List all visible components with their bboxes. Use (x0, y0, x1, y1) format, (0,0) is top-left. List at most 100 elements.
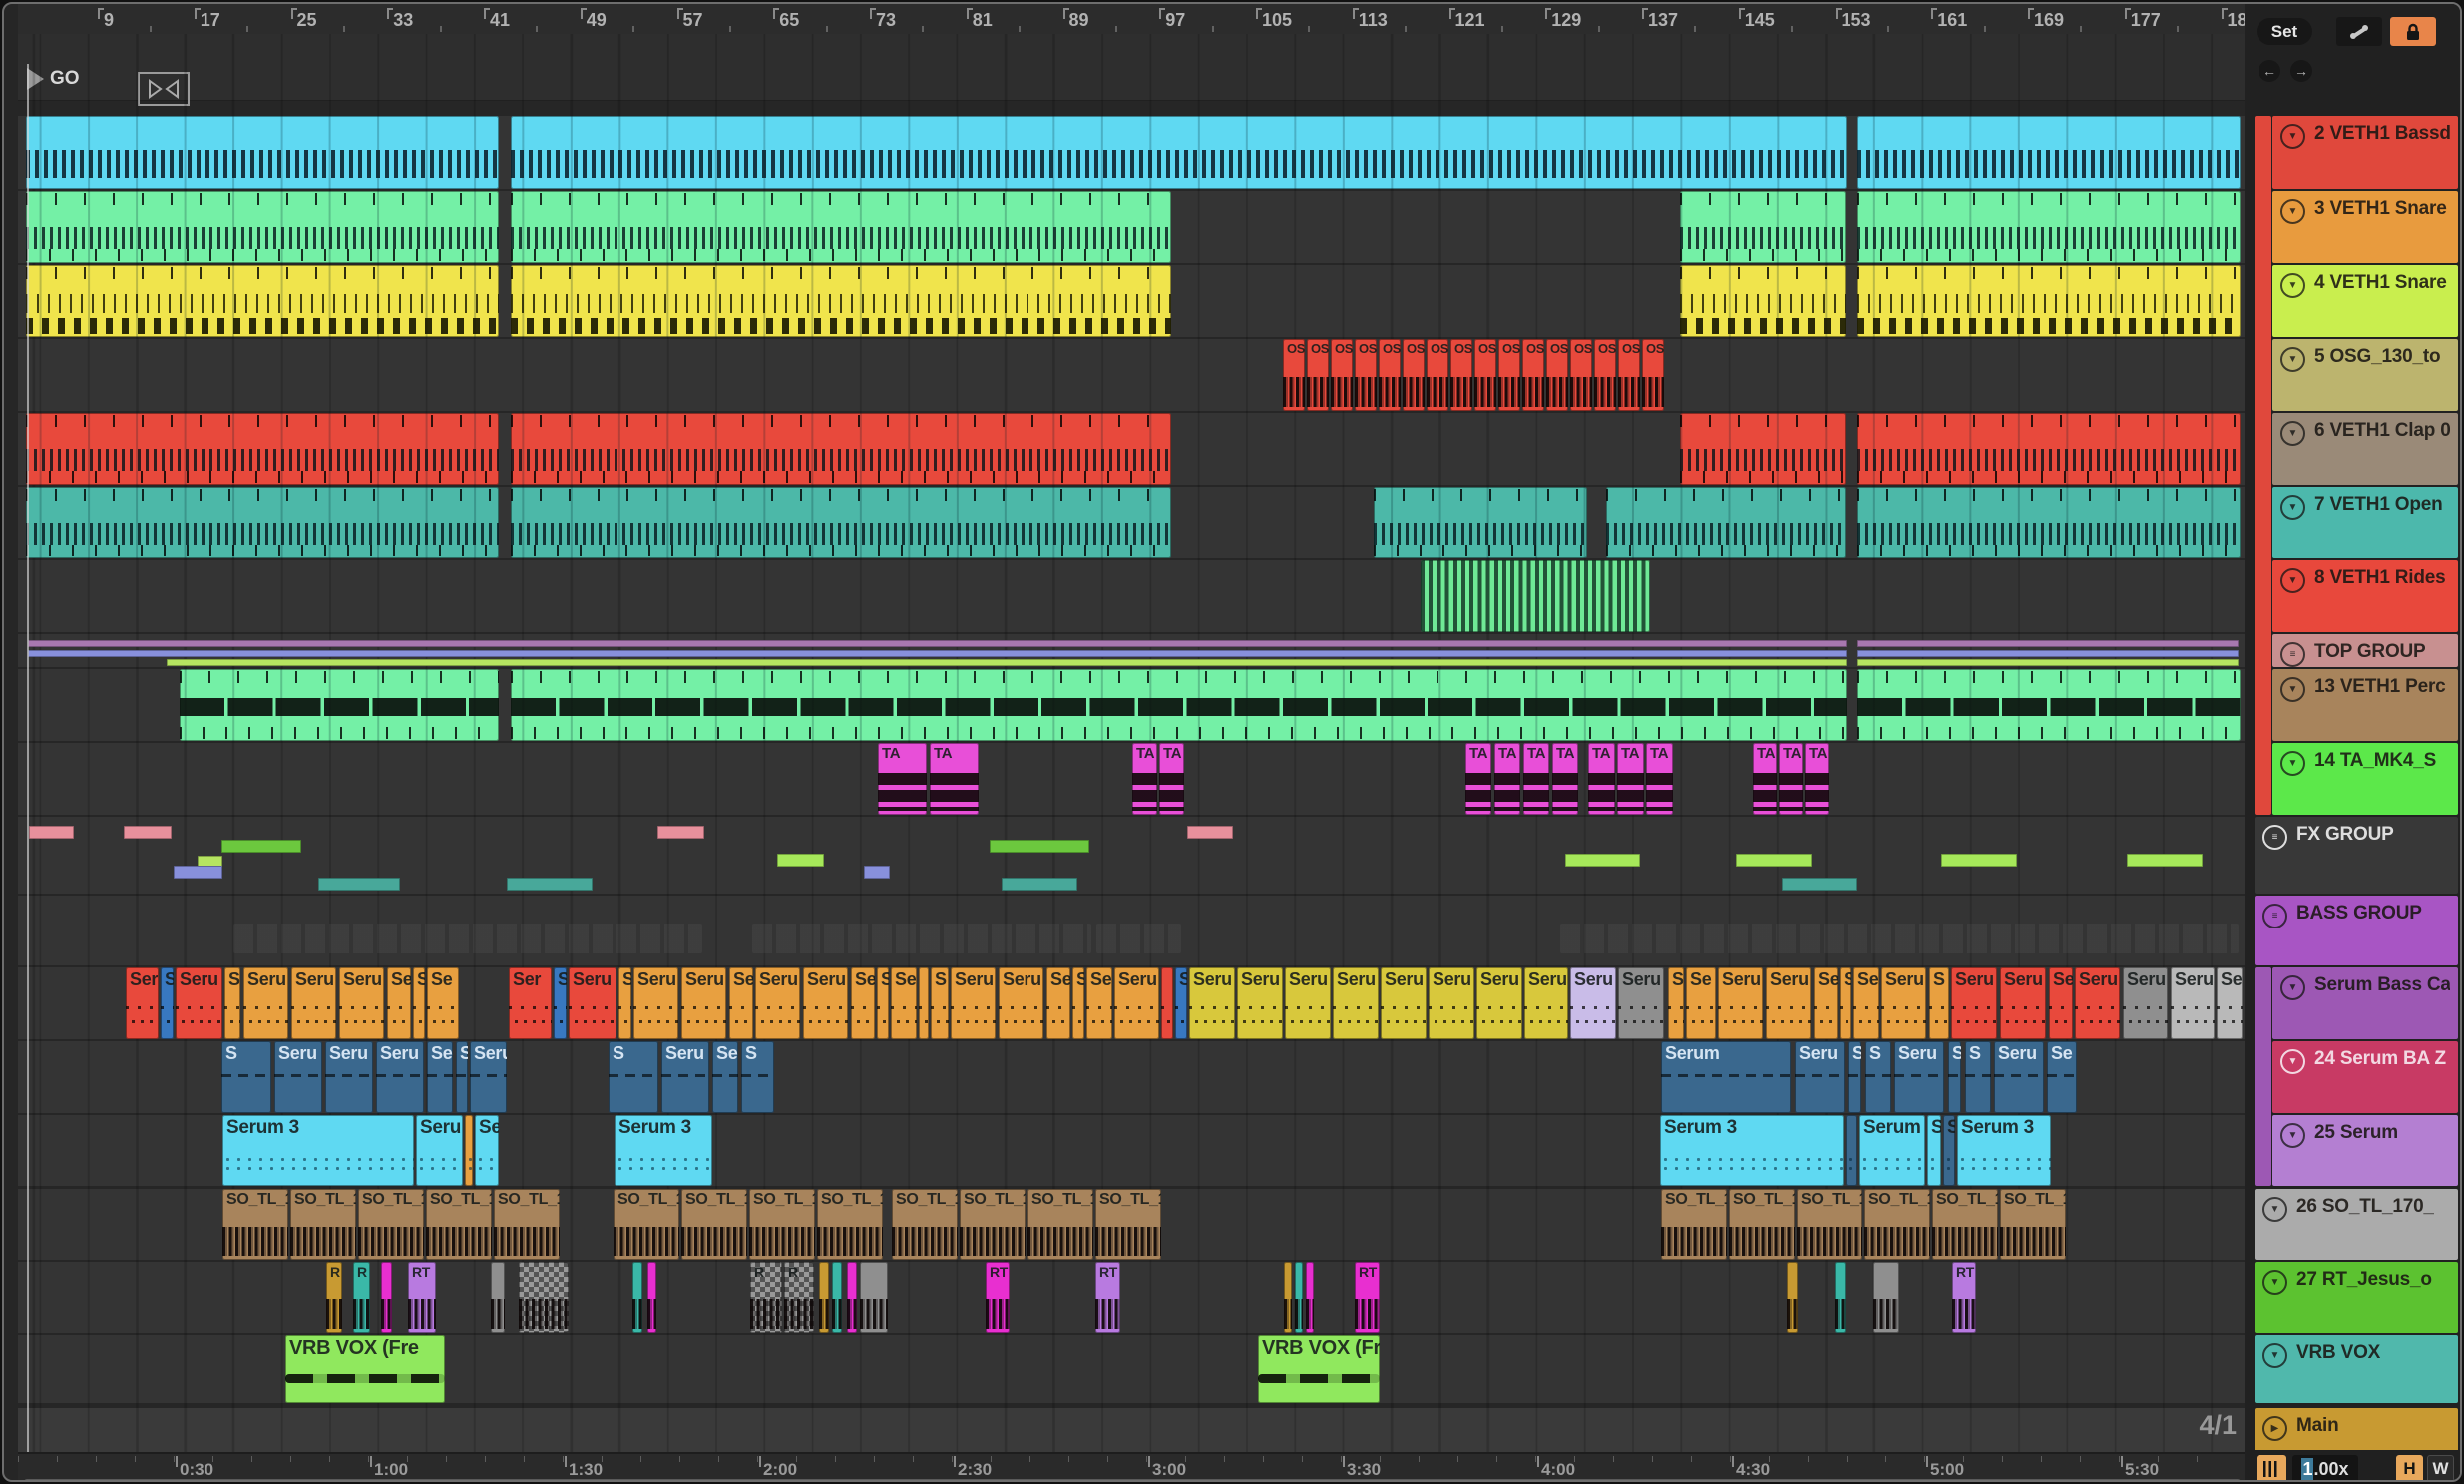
clip[interactable]: Serum (1661, 1041, 1791, 1113)
clip[interactable]: OS (1355, 339, 1377, 411)
mini-clip[interactable] (1565, 854, 1640, 867)
clip[interactable] (1857, 413, 2241, 485)
clip[interactable]: SO_TL_17 (892, 1189, 958, 1260)
clip[interactable]: OS (1546, 339, 1568, 411)
clip[interactable]: TA (1552, 743, 1578, 815)
clip[interactable] (26, 116, 499, 189)
clip[interactable] (26, 487, 499, 558)
clip[interactable]: SO_TL_17 (426, 1189, 492, 1260)
clip[interactable]: S (1072, 967, 1084, 1039)
clip[interactable]: Seru (999, 967, 1043, 1039)
clip[interactable]: Seru (2000, 967, 2046, 1039)
clip[interactable]: Se (1853, 967, 1879, 1039)
track-header[interactable]: ▼ 2 VETH1 Bassd (2272, 116, 2458, 189)
clip[interactable] (511, 265, 1171, 337)
clip[interactable]: VRB VOX (Fre (285, 1335, 445, 1403)
clip[interactable]: Seru (755, 967, 800, 1039)
track-lane[interactable] (18, 743, 2245, 815)
back-arrow-button[interactable]: ← (2259, 60, 2280, 82)
fold-arrow-icon[interactable]: ▼ (2280, 273, 2305, 298)
group-overview-strip[interactable] (28, 650, 1847, 657)
clip[interactable] (1284, 1262, 1292, 1333)
mini-clip[interactable] (124, 826, 172, 839)
mini-clip[interactable] (777, 854, 824, 867)
clip[interactable]: SO_TL_17 (1797, 1189, 1862, 1260)
clip[interactable] (511, 413, 1171, 485)
clip[interactable] (1835, 1262, 1846, 1333)
fold-arrow-icon[interactable]: ▼ (2262, 1270, 2287, 1295)
play-icon[interactable]: ▶ (2262, 1416, 2287, 1441)
draw-mode-button[interactable] (2336, 17, 2382, 46)
fold-arrow-icon[interactable]: ▼ (2280, 568, 2305, 593)
clip[interactable]: OS (1283, 339, 1305, 411)
clip[interactable] (1421, 560, 1650, 632)
bar-ruler[interactable]: 9 17 25 33 41 49 57 65 73 81 89 97 105 113 121 129 137 14… (18, 4, 2275, 34)
clip[interactable]: S (161, 967, 174, 1039)
clip[interactable] (632, 1262, 642, 1333)
horizontal-scrollbar[interactable] (24, 1479, 2241, 1480)
clip[interactable]: S (1948, 1041, 1961, 1113)
clip[interactable]: S (1848, 1041, 1861, 1113)
clip[interactable] (491, 1262, 505, 1333)
track-header[interactable]: ▼ 4 VETH1 Snare (2272, 265, 2458, 337)
clip[interactable]: SO_TL_17 (960, 1189, 1026, 1260)
clip[interactable] (819, 1262, 829, 1333)
track-lane[interactable] (18, 339, 2245, 411)
mini-clip[interactable] (1736, 854, 1812, 867)
track-lane[interactable] (18, 560, 2245, 632)
clip[interactable]: OS (1570, 339, 1592, 411)
forward-arrow-button[interactable]: → (2290, 60, 2312, 82)
clip[interactable]: SO_TL_17 (1027, 1189, 1093, 1260)
clip[interactable]: Ser (2217, 967, 2243, 1039)
clip[interactable] (860, 1262, 888, 1333)
clip[interactable]: Serum 3 (1957, 1115, 2051, 1186)
track-header[interactable]: ▼ 13 VETH1 Perc (2272, 669, 2458, 741)
clip[interactable]: Ser (509, 967, 552, 1039)
clip[interactable]: Seru (633, 967, 678, 1039)
clip[interactable]: Seru (569, 967, 616, 1039)
clip[interactable]: VRB VOX (Fr (1258, 1335, 1380, 1403)
track-header[interactable]: ▼ 26 SO_TL_170_ (2255, 1189, 2458, 1260)
clip[interactable]: Se (1814, 967, 1838, 1039)
clip[interactable]: RT (1952, 1262, 1976, 1333)
fold-arrow-icon[interactable]: ▼ (2262, 1343, 2287, 1368)
mini-clip[interactable] (507, 878, 593, 891)
clip[interactable]: SO_TL_17 (614, 1189, 679, 1260)
clip[interactable]: SO_TL_17 (2000, 1189, 2066, 1260)
clip[interactable] (1680, 265, 1846, 337)
clip[interactable]: S (1840, 967, 1851, 1039)
clip[interactable]: Serum (1859, 1115, 1925, 1186)
group-icon[interactable]: ≡ (2280, 642, 2305, 667)
clip[interactable]: S (1929, 967, 1949, 1039)
clip[interactable]: Se (712, 1041, 738, 1113)
clip[interactable] (1857, 669, 2241, 741)
clip[interactable] (465, 1115, 473, 1186)
clip[interactable]: S (456, 1041, 468, 1113)
track-header[interactable]: ▼ 6 VETH1 Clap 0 (2272, 413, 2458, 485)
clip[interactable]: OS (1522, 339, 1544, 411)
speed-input[interactable]: 1.00x (2292, 1455, 2358, 1480)
track-header[interactable]: ▶ Main (2255, 1408, 2458, 1452)
clip[interactable]: SO_TL_17 (494, 1189, 560, 1260)
clip[interactable]: SO_TL_17 (1864, 1189, 1930, 1260)
clip[interactable]: S (931, 967, 949, 1039)
track-header[interactable]: ▼ Serum Bass Ca (2272, 967, 2458, 1039)
lock-button[interactable] (2390, 17, 2436, 46)
group-overview-strip[interactable] (167, 659, 1847, 666)
clip[interactable]: Seru (951, 967, 996, 1039)
clip[interactable]: RT (408, 1262, 436, 1333)
clip[interactable]: Se (1086, 967, 1112, 1039)
h-button[interactable]: H (2396, 1455, 2423, 1480)
clip[interactable]: OS (1379, 339, 1401, 411)
clip[interactable]: Seru (1476, 967, 1522, 1039)
clip[interactable]: Seru (274, 1041, 322, 1113)
clip[interactable]: SO_TL_17 (1661, 1189, 1727, 1260)
clip[interactable]: Se (427, 1041, 453, 1113)
clip[interactable]: SO_TL_17 (222, 1189, 288, 1260)
clip[interactable]: Seru (803, 967, 848, 1039)
track-header[interactable]: ▼ 14 TA_MK4_S (2272, 743, 2458, 815)
group-overview-strip[interactable] (1857, 650, 2239, 657)
mini-clip[interactable] (318, 878, 400, 891)
clip[interactable] (519, 1262, 569, 1333)
clip[interactable]: Se (1046, 967, 1070, 1039)
